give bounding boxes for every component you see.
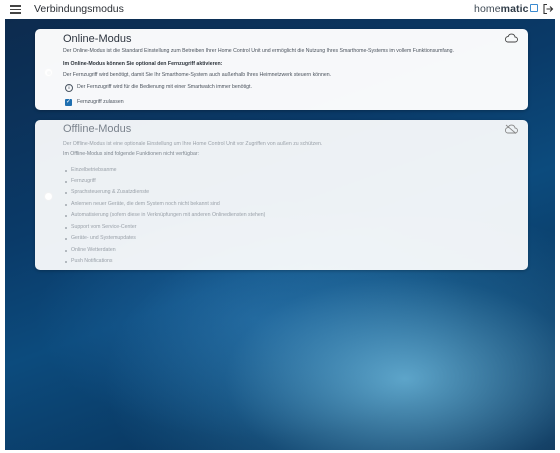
page-title: Verbindungsmodus [34,3,124,15]
cloud-off-icon [505,124,518,134]
brand-logo: homematic [474,3,538,15]
hamburger-menu-icon[interactable] [10,4,21,15]
cloud-icon [505,33,518,43]
online-remote-text: Der Fernzugriff wird benötigt, damit Sie… [63,72,332,78]
offline-mode-card[interactable]: Offline-Modus Der Offline-Modus ist eine… [35,120,528,270]
brand-mark-icon [529,4,538,12]
remote-access-label: Fernzugriff zulassen [77,99,124,105]
offline-function-item: Geräte- und Systemupdates [71,235,136,241]
list-bullet [65,250,67,252]
logout-icon[interactable] [542,3,554,15]
list-bullet [65,181,67,183]
offline-function-item: Automatisierung (sofern diese in Verknüp… [71,212,266,218]
online-mode-title: Online-Modus [63,33,132,45]
list-bullet [65,227,67,229]
list-bullet [65,192,67,194]
offline-function-item: Sprachsteuerung & Zusatzdienste [71,189,150,195]
brand-prefix: home [474,3,501,15]
top-bar: Verbindungsmodus homematic [0,0,560,19]
brand-suffix: matic [500,3,529,15]
online-mode-card[interactable]: Online-Modus Der Online-Modus ist die St… [35,29,528,110]
offline-mode-title: Offline-Modus [63,123,132,135]
offline-function-item: Anlernen neuer Geräte, die dem System no… [71,201,220,207]
list-bullet [65,238,67,240]
info-icon: i [65,84,73,92]
offline-function-item: Online Wetterdaten [71,247,116,253]
online-info-text: Der Fernzugriff wird für die Bedienung m… [77,84,252,90]
online-description: Der Online-Modus ist die Standard Einste… [63,48,454,54]
list-bullet [65,204,67,206]
offline-function-item: Einzelbetriebsanme [71,167,117,173]
online-remote-heading: Im Online-Modus können Sie optional den … [63,61,223,67]
list-bullet [65,170,67,172]
remote-access-checkbox[interactable]: ✓ [65,99,72,106]
offline-function-item: Push Notifications [71,258,113,264]
offline-description: Der Offline-Modus ist eine optionale Ein… [63,141,323,147]
list-bullet [65,215,67,217]
list-bullet [65,261,67,263]
offline-function-item: Support vom Service-Center [71,224,137,230]
offline-functions-heading: Im Offline-Modus sind folgende Funktione… [63,151,200,157]
offline-function-item: Fernzugriff [71,178,96,184]
